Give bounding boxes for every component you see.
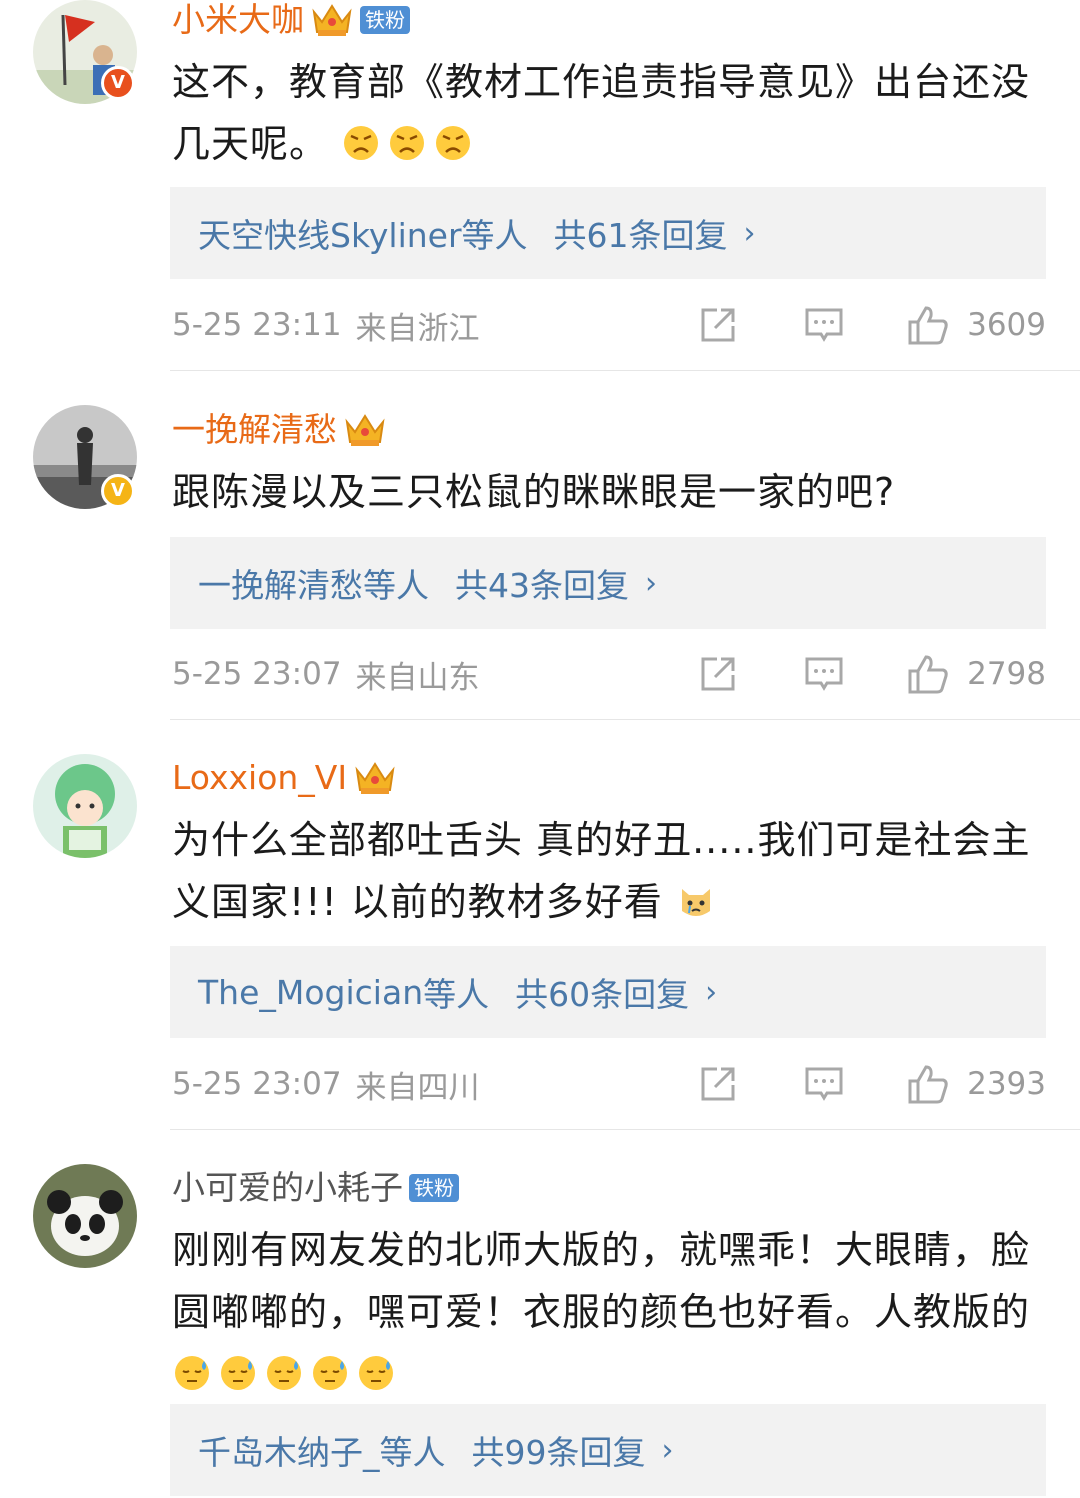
angry-emoji-icon	[341, 123, 381, 163]
chevron-right-icon: ›	[645, 565, 657, 601]
reply-suffix: 等人	[363, 566, 429, 605]
like-button[interactable]: 2393	[907, 1063, 1046, 1105]
username[interactable]: Loxxion_VI	[172, 758, 347, 798]
reply-suffix: 等人	[423, 975, 490, 1014]
comment-text-content: 刚刚有网友发的北师大版的，就嘿乖！大眼睛，脸圆嘟嘟的，嘿可爱！衣服的颜色也好看。…	[172, 1228, 1031, 1334]
sweat-emoji-icon	[218, 1353, 258, 1393]
location: 来自四川	[355, 1069, 480, 1106]
fan-badge: 铁粉	[360, 6, 410, 34]
sweat-emoji-icon	[172, 1353, 212, 1393]
verified-badge: V	[101, 474, 135, 508]
reply-count[interactable]: 共61条回复	[554, 209, 728, 257]
reply-count[interactable]: 共99条回复	[472, 1426, 646, 1474]
avatar[interactable]	[33, 754, 137, 858]
comment-meta: 5-25 23:07 来自四川 2393	[172, 1059, 1048, 1109]
divider	[170, 1129, 1080, 1130]
fan-badge: 铁粉	[409, 1174, 459, 1202]
reply-count[interactable]: 共60条回复	[515, 968, 689, 1016]
crying-cat-emoji-icon	[676, 881, 716, 921]
thumbs-up-icon	[907, 304, 949, 346]
reply-suffix: 等人	[461, 216, 528, 255]
timestamp: 5-25 23:07	[172, 1066, 342, 1102]
share-icon[interactable]	[697, 304, 739, 346]
comment-text-content: 为什么全部都吐舌头 真的好丑.....我们可是社会主义国家!!! 以前的教材多好…	[172, 818, 1031, 924]
reply-user[interactable]: 千岛木纳子_	[198, 1426, 380, 1474]
chevron-right-icon: ›	[661, 1432, 674, 1468]
reply-preview[interactable]: 一挽解清愁 等人 共43条回复 ›	[170, 537, 1046, 629]
reply-user[interactable]: 天空快线Skyliner	[198, 209, 462, 257]
reply-preview[interactable]: 千岛木纳子_ 等人 共99条回复 ›	[170, 1404, 1046, 1496]
comment-text: 为什么全部都吐舌头 真的好丑.....我们可是社会主义国家!!! 以前的教材多好…	[172, 809, 1052, 933]
timestamp: 5-25 23:07	[172, 656, 342, 692]
comment-icon[interactable]	[803, 653, 845, 695]
chevron-right-icon: ›	[705, 974, 718, 1010]
reply-user[interactable]: The_Mogician	[198, 973, 423, 1012]
timestamp: 5-25 23:11	[172, 307, 342, 343]
comment-text: 刚刚有网友发的北师大版的，就嘿乖！大眼睛，脸圆嘟嘟的，嘿可爱！衣服的颜色也好看。…	[172, 1219, 1052, 1405]
thumbs-up-icon	[907, 653, 949, 695]
verified-badge: V	[101, 66, 135, 100]
angry-emoji-icon	[387, 123, 427, 163]
avatar[interactable]	[33, 1164, 137, 1268]
reply-preview[interactable]: The_Mogician 等人 共60条回复 ›	[170, 946, 1046, 1038]
crown-icon	[353, 758, 397, 798]
comment-icon[interactable]	[803, 1063, 845, 1105]
username-row: 小米大咖 铁粉	[172, 0, 410, 44]
crown-icon	[310, 0, 354, 40]
comment-icon[interactable]	[803, 304, 845, 346]
reply-user[interactable]: 一挽解清愁	[198, 559, 363, 607]
share-icon[interactable]	[697, 653, 739, 695]
username[interactable]: 小米大咖	[172, 0, 304, 40]
username[interactable]: 一挽解清愁	[172, 410, 337, 450]
username-row: 小可爱的小耗子 铁粉	[172, 1164, 459, 1212]
like-count: 2393	[967, 1066, 1046, 1102]
share-icon[interactable]	[697, 1063, 739, 1105]
reply-preview[interactable]: 天空快线Skyliner 等人 共61条回复 ›	[170, 187, 1046, 279]
divider	[170, 370, 1080, 371]
comment-text-content: 这不，教育部《教材工作追责指导意见》出台还没几天呢。	[172, 60, 1031, 166]
angry-emoji-icon	[433, 123, 473, 163]
comment-text: 跟陈漫以及三只松鼠的眯眯眼是一家的吧?	[172, 461, 1052, 523]
like-count: 2798	[967, 656, 1046, 692]
location: 来自山东	[355, 659, 480, 696]
username-row: 一挽解清愁	[172, 406, 387, 454]
crown-icon	[343, 410, 387, 450]
reply-suffix: 等人	[379, 1433, 446, 1472]
divider	[170, 719, 1080, 720]
comment-text-content: 跟陈漫以及三只松鼠的眯眯眼是一家的吧?	[172, 470, 896, 514]
comment-meta: 5-25 23:07 来自山东 2798	[172, 649, 1048, 699]
like-button[interactable]: 3609	[907, 304, 1046, 346]
comment-meta: 5-25 23:11 来自浙江 3609	[172, 300, 1048, 350]
username[interactable]: 小可爱的小耗子	[172, 1168, 403, 1208]
location: 来自浙江	[355, 310, 480, 347]
like-count: 3609	[967, 307, 1046, 343]
sweat-emoji-icon	[310, 1353, 350, 1393]
sweat-emoji-icon	[264, 1353, 304, 1393]
thumbs-up-icon	[907, 1063, 949, 1105]
sweat-emoji-icon	[356, 1353, 396, 1393]
chevron-right-icon: ›	[743, 215, 756, 251]
username-row: Loxxion_VI	[172, 754, 397, 802]
like-button[interactable]: 2798	[907, 653, 1046, 695]
reply-count[interactable]: 共43条回复	[455, 559, 629, 607]
comment-text: 这不，教育部《教材工作追责指导意见》出台还没几天呢。	[172, 51, 1052, 175]
